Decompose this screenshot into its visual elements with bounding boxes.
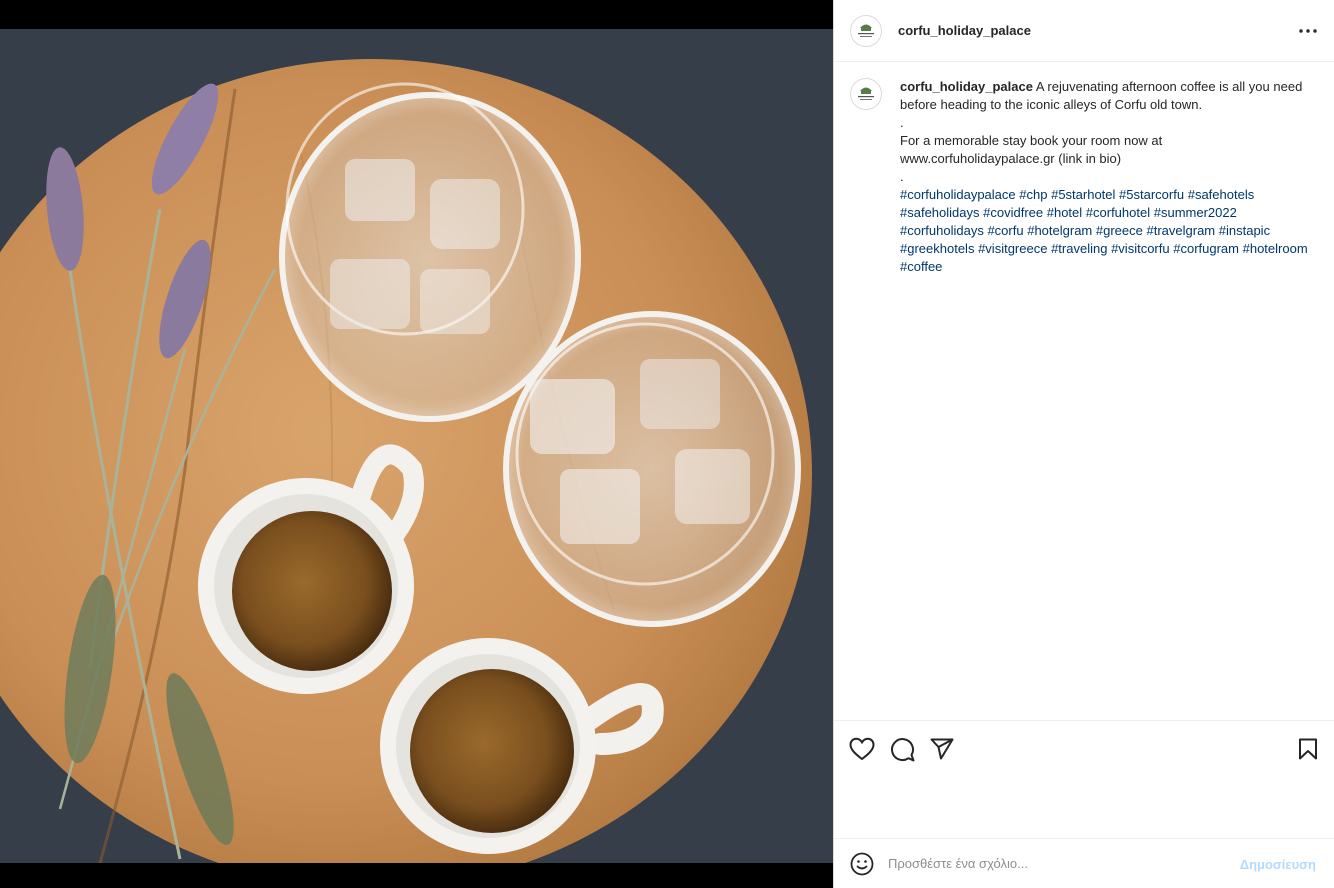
post-actions-bar — [834, 720, 1334, 838]
hashtag-link[interactable]: #chp — [1019, 187, 1047, 202]
hotel-logo-icon — [858, 24, 874, 37]
save-button[interactable] — [1294, 735, 1322, 763]
hashtag-link[interactable]: #safehotels — [1188, 187, 1255, 202]
comment-input[interactable] — [888, 856, 1218, 871]
share-button[interactable] — [928, 735, 956, 763]
hashtag-link[interactable]: #corfu — [987, 223, 1023, 238]
caption-first-paragraph: corfu_holiday_palace A rejuvenating afte… — [900, 78, 1312, 114]
hashtag-link[interactable]: #greekhotels — [900, 241, 974, 256]
paper-plane-icon — [930, 738, 954, 760]
hashtag-list: #corfuholidaypalace #chp #5starhotel #5s… — [900, 186, 1312, 276]
hashtag-link[interactable]: #coffee — [900, 259, 942, 274]
caption-dot-separator: . — [900, 169, 904, 184]
bookmark-icon — [1299, 738, 1317, 760]
comment-button[interactable] — [888, 735, 916, 763]
post-caption: corfu_holiday_palace A rejuvenating afte… — [850, 78, 1318, 276]
post-media-pane — [0, 0, 833, 888]
add-comment-bar: Δημοσίευση — [834, 838, 1334, 888]
more-options-button[interactable] — [1298, 21, 1318, 41]
hashtag-link[interactable]: #5starhotel — [1051, 187, 1115, 202]
hashtag-link[interactable]: #visitcorfu — [1111, 241, 1170, 256]
caption-dot-separator: . — [900, 115, 904, 130]
caption-username[interactable]: corfu_holiday_palace — [900, 79, 1033, 94]
avatar[interactable] — [850, 78, 882, 110]
hashtag-link[interactable]: #visitgreece — [978, 241, 1047, 256]
hashtag-link[interactable]: #safeholidays — [900, 205, 980, 220]
caption-paragraph-2: For a memorable stay book your room now … — [900, 133, 1163, 166]
header-username[interactable]: corfu_holiday_palace — [898, 23, 1031, 38]
hashtag-link[interactable]: #instapic — [1219, 223, 1270, 238]
avatar[interactable] — [850, 14, 882, 47]
comment-bubble-icon — [890, 737, 914, 761]
post-header: corfu_holiday_palace — [834, 0, 1334, 62]
hashtag-link[interactable]: #summer2022 — [1154, 205, 1237, 220]
hashtag-link[interactable]: #corfuhotel — [1086, 205, 1150, 220]
hashtag-link[interactable]: #greece — [1096, 223, 1143, 238]
emoji-icon[interactable] — [850, 852, 874, 876]
hashtag-link[interactable]: #corfuholidaypalace — [900, 187, 1016, 202]
hashtag-link[interactable]: #hotelgram — [1027, 223, 1092, 238]
hashtag-link[interactable]: #traveling — [1051, 241, 1107, 256]
hashtag-link[interactable]: #hotelroom — [1243, 241, 1308, 256]
water-glass — [503, 311, 801, 627]
heart-icon — [849, 737, 875, 761]
hashtag-link[interactable]: #travelgram — [1147, 223, 1216, 238]
hashtag-link[interactable]: #corfuholidays — [900, 223, 984, 238]
post-comment-button[interactable]: Δημοσίευση — [1240, 857, 1316, 872]
hashtag-link[interactable]: #hotel — [1047, 205, 1082, 220]
caption-text: corfu_holiday_palace A rejuvenating afte… — [900, 78, 1312, 276]
hashtag-link[interactable]: #corfugram — [1173, 241, 1239, 256]
more-dots-icon — [1299, 29, 1317, 33]
hotel-logo-icon — [858, 87, 874, 100]
post-side-panel: corfu_holiday_palace corfu_holiday_palac… — [833, 0, 1334, 888]
hashtag-link[interactable]: #covidfree — [983, 205, 1043, 220]
hashtag-link[interactable]: #5starcorfu — [1119, 187, 1184, 202]
like-button[interactable] — [848, 735, 876, 763]
post-photo[interactable] — [0, 29, 833, 863]
